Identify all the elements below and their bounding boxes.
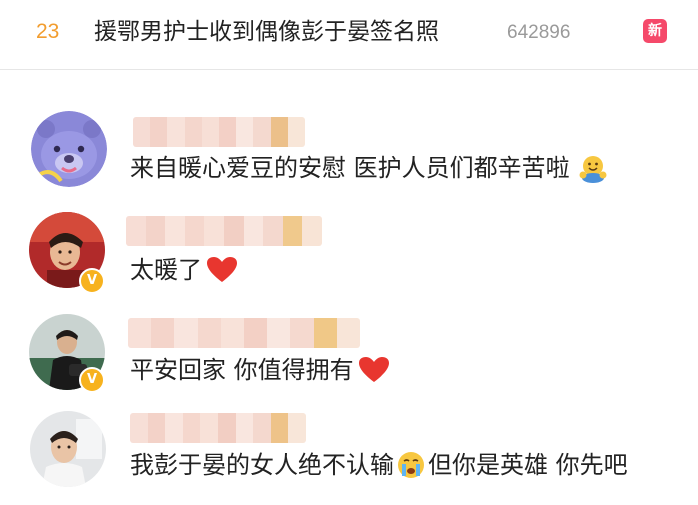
avatar[interactable]	[30, 411, 106, 487]
divider	[0, 69, 698, 70]
comment-text: 平安回家 你值得拥有	[130, 354, 390, 386]
comment-item: V 太暖了	[0, 205, 698, 305]
comment-item: 来自暖心爱豆的安慰 医护人员们都辛苦啦	[0, 105, 698, 205]
avatar[interactable]	[31, 111, 107, 187]
comment-item: V 平安回家 你值得拥有	[0, 307, 698, 407]
new-badge: 新	[643, 19, 667, 43]
comment-text: 来自暖心爱豆的安慰 医护人员们都辛苦啦	[130, 152, 608, 184]
username-blurred[interactable]	[133, 117, 305, 147]
username-blurred[interactable]	[126, 216, 322, 246]
red-heart-icon	[207, 257, 237, 282]
hugging-face-icon	[579, 156, 607, 183]
trend-rank: 23	[36, 20, 60, 43]
trend-count: 642896	[507, 22, 571, 43]
comment-text: 我彭于晏的女人绝不认输 但你是英雄 你先吧	[130, 451, 628, 479]
verified-badge-icon: V	[79, 268, 105, 294]
trend-item[interactable]: 23 援鄂男护士收到偶像彭于晏签名照 642896 新	[0, 0, 698, 66]
comment-item: 我彭于晏的女人绝不认输 但你是英雄 你先吧	[0, 405, 698, 505]
person-avatar-icon	[30, 411, 106, 487]
crying-face-icon	[398, 452, 424, 478]
comment-text: 太暖了	[130, 254, 238, 286]
username-blurred[interactable]	[128, 318, 360, 348]
bear-avatar-icon	[31, 111, 107, 187]
verified-badge-icon: V	[79, 367, 105, 393]
red-heart-icon	[358, 357, 389, 382]
trend-title[interactable]: 援鄂男护士收到偶像彭于晏签名照	[94, 17, 439, 47]
username-blurred[interactable]	[130, 413, 306, 443]
